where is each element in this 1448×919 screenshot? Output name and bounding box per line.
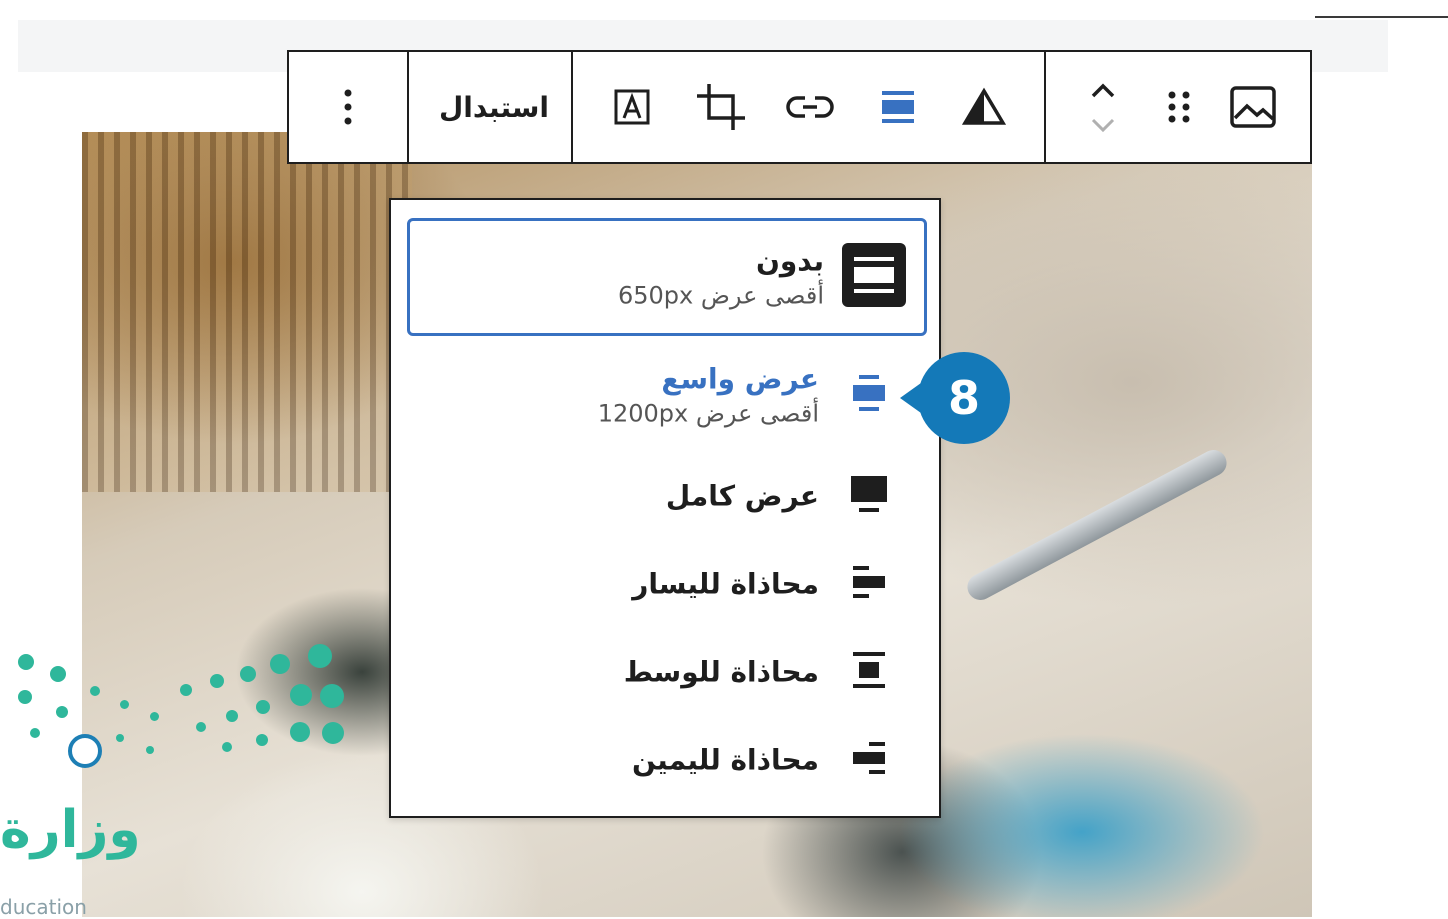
logo-wordmark: وزارة [0, 800, 141, 860]
toolbar-separator [407, 52, 409, 162]
more-options-button[interactable] [325, 82, 371, 132]
header-divider [1315, 16, 1448, 18]
align-option-left[interactable]: محاذاة لليسار [391, 544, 939, 624]
drag-handle-button[interactable] [1159, 82, 1199, 132]
block-toolbar: استبدال [287, 50, 1312, 164]
photo-basket-texture [82, 132, 412, 492]
align-option-center[interactable]: محاذاة للوسط [391, 632, 939, 712]
text-overlay-icon [614, 89, 650, 125]
align-full-icon [849, 474, 889, 518]
align-option-full[interactable]: عرض كامل [391, 456, 939, 536]
option-label: عرض كامل [665, 479, 819, 513]
align-left-icon [849, 562, 889, 606]
align-option-none[interactable]: بدون أقصى عرض 650px [407, 218, 927, 336]
duotone-filter-button[interactable] [959, 82, 1009, 132]
align-right-icon [849, 738, 889, 782]
move-up-down-icon [1091, 83, 1115, 133]
option-description: أقصى عرض 1200px [597, 399, 819, 428]
option-label: محاذاة لليمين [631, 743, 819, 777]
option-label: بدون [756, 244, 824, 278]
alignment-dropdown-menu: بدون أقصى عرض 650px عرض واسع أقصى عرض 12… [389, 198, 941, 818]
more-vertical-icon [344, 89, 352, 125]
triangle-filter-icon [962, 87, 1006, 125]
crop-button[interactable] [693, 82, 749, 132]
logo-ring [68, 734, 102, 768]
option-label: محاذاة لليسار [632, 567, 819, 601]
align-button[interactable] [873, 82, 923, 132]
align-none-icon [842, 243, 906, 311]
replace-label: استبدال [438, 90, 550, 124]
link-icon [786, 96, 834, 118]
text-overlay-button[interactable] [607, 82, 657, 132]
crop-icon [697, 84, 745, 130]
image-icon [1230, 86, 1276, 128]
photo-pen-shape [962, 445, 1232, 605]
block-type-button[interactable] [1225, 82, 1281, 132]
drag-handle-icon [1168, 91, 1190, 123]
move-up-down-button[interactable] [1081, 74, 1125, 142]
option-label: محاذاة للوسط [623, 655, 819, 689]
align-option-right[interactable]: محاذاة لليمين [391, 720, 939, 800]
align-wide-icon [882, 91, 914, 123]
align-wide-icon [849, 373, 889, 417]
link-button[interactable] [783, 82, 837, 132]
align-option-wide[interactable]: عرض واسع أقصى عرض 1200px [391, 340, 939, 450]
ministry-logo [0, 630, 360, 917]
option-description: أقصى عرض 650px [617, 281, 824, 310]
logo-subtext: ducation [0, 895, 87, 919]
option-label: عرض واسع [661, 362, 819, 396]
replace-button[interactable]: استبدال [419, 82, 569, 132]
align-center-icon [849, 650, 889, 694]
toolbar-separator [1044, 52, 1046, 162]
step-badge: 8 [918, 352, 1010, 444]
toolbar-separator [571, 52, 573, 162]
